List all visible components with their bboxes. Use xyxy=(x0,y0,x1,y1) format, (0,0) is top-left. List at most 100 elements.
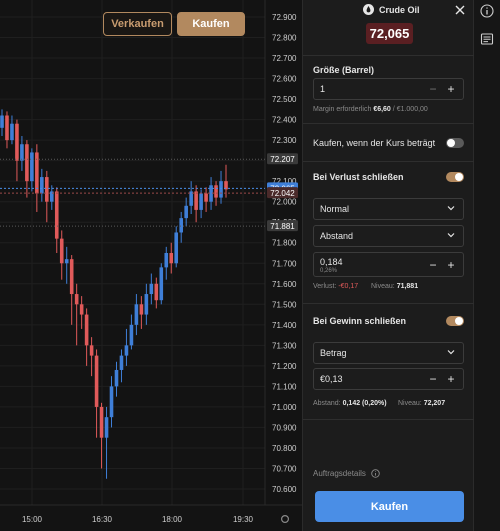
instrument-name: Crude Oil xyxy=(379,5,420,15)
size-value[interactable]: 1 xyxy=(320,84,325,94)
close-icon[interactable] xyxy=(455,5,465,15)
candle-body xyxy=(15,123,19,161)
loss-info: Verlust: -€0,17 xyxy=(313,283,359,290)
level-label-stop-loss: 71.881 xyxy=(270,222,295,231)
take-profit-section: Bei Gewinn schließen Betrag €0,13 − + Ab… xyxy=(303,304,475,420)
candle-body xyxy=(154,283,159,301)
order-details-link[interactable]: Auftragsdetails xyxy=(313,469,366,478)
candle-body xyxy=(69,259,74,295)
buy-at-price-label: Kaufen, wenn der Kurs beträgt xyxy=(313,138,436,148)
sell-button[interactable]: Verkaufen xyxy=(103,12,172,36)
tp-decrease-button[interactable]: − xyxy=(427,372,439,386)
candle-body xyxy=(114,369,119,387)
price-tick-label: 71.800 xyxy=(272,239,297,248)
candle-body xyxy=(45,177,49,202)
current-price-badge: 72,065 xyxy=(366,23,413,44)
candle-body xyxy=(164,253,169,268)
candle-body xyxy=(54,191,59,239)
candle-body xyxy=(109,386,114,418)
candle-body xyxy=(20,144,24,161)
price-tick-label: 72.900 xyxy=(272,13,297,22)
price-tick-label: 72.500 xyxy=(272,95,297,104)
margin-required: Margin erforderlich €6,60 / €1.000,00 xyxy=(313,106,428,113)
time-tick-label: 18:00 xyxy=(162,515,183,524)
stop-decrease-button[interactable]: − xyxy=(427,258,439,272)
candle-body xyxy=(144,294,149,315)
stop-distance-stepper[interactable]: 0,184 0,26% − + xyxy=(313,252,464,277)
size-decrease-button[interactable]: − xyxy=(427,82,439,96)
info-icon[interactable] xyxy=(371,469,380,478)
price-tick-label: 72.000 xyxy=(272,198,297,207)
distance-info: Abstand: 0,142 (0,20%) xyxy=(313,400,387,407)
candle-body xyxy=(79,304,84,315)
price-chart[interactable]: 72.900 72.800 72.700 72.600 72.500 72.400 72.3… xyxy=(0,0,302,531)
order-panel: Crude Oil 72,065 Größe (Barrel) 1 − + Ma… xyxy=(302,0,475,531)
news-icon[interactable] xyxy=(480,32,494,46)
time-tick-label: 15:00 xyxy=(22,515,43,524)
buy-button[interactable]: Kaufen xyxy=(177,12,245,36)
chevron-down-icon xyxy=(447,206,455,211)
info-circle-icon[interactable] xyxy=(480,4,494,18)
price-tick-label: 71.100 xyxy=(272,382,297,391)
take-profit-label: Bei Gewinn schließen xyxy=(313,316,407,326)
candle-body xyxy=(99,406,104,438)
panel-header: Crude Oil 72,065 xyxy=(303,0,475,56)
chart-settings-icon[interactable] xyxy=(281,514,290,523)
candle-body xyxy=(174,232,179,264)
buy-at-price-toggle[interactable] xyxy=(446,138,464,148)
tp-amount-stepper[interactable]: €0,13 − + xyxy=(313,368,464,390)
candle-body xyxy=(35,152,39,194)
candle-body xyxy=(59,238,64,264)
price-tick-label: 72.600 xyxy=(272,75,297,84)
stop-mode-select[interactable]: Abstand xyxy=(313,225,464,247)
stop-level-info: Niveau: 71,881 xyxy=(371,283,419,290)
stop-distance-value[interactable]: 0,184 xyxy=(320,257,343,267)
take-profit-toggle[interactable] xyxy=(446,316,464,326)
tp-increase-button[interactable]: + xyxy=(445,372,457,386)
candle-body xyxy=(194,191,198,210)
candle-body xyxy=(25,144,29,182)
candle-body xyxy=(129,324,134,346)
price-tick-label: 72.800 xyxy=(272,34,297,43)
oil-drop-icon xyxy=(363,4,374,15)
stop-increase-button[interactable]: + xyxy=(445,258,457,272)
chevron-down-icon xyxy=(447,350,455,355)
candlestick-chart[interactable]: 72.900 72.800 72.700 72.600 72.500 72.400 72.3… xyxy=(0,0,302,531)
candle-body xyxy=(219,181,223,198)
candle-body xyxy=(89,345,94,356)
candle-body xyxy=(94,355,99,407)
candle-body xyxy=(199,193,203,210)
price-tick-label: 71.700 xyxy=(272,259,297,268)
stop-percent: 0,26% xyxy=(320,268,338,274)
price-tick-label: 70.600 xyxy=(272,485,297,494)
level-label-take-profit: 72.207 xyxy=(270,155,295,164)
candle-body xyxy=(0,115,4,128)
price-tick-label: 71.000 xyxy=(272,403,297,412)
candle-body xyxy=(30,152,34,182)
candle-body xyxy=(149,283,154,295)
price-tick-label: 71.500 xyxy=(272,300,297,309)
place-order-button[interactable]: Kaufen xyxy=(315,491,464,522)
candle-body xyxy=(5,115,9,141)
candle-body xyxy=(184,205,188,219)
candle-body xyxy=(159,267,164,301)
level-label-bid: 72.042 xyxy=(270,189,295,198)
size-stepper[interactable]: 1 − + xyxy=(313,78,464,100)
price-tick-label: 71.600 xyxy=(272,280,297,289)
buy-at-price-section: Kaufen, wenn der Kurs beträgt xyxy=(303,124,475,162)
stop-type-select[interactable]: Normal xyxy=(313,198,464,220)
stop-loss-toggle[interactable] xyxy=(446,172,464,182)
stop-loss-label: Bei Verlust schließen xyxy=(313,172,404,182)
candle-body xyxy=(119,355,124,370)
candle-body xyxy=(104,417,109,438)
candle-body xyxy=(179,218,183,233)
price-tick-label: 71.200 xyxy=(272,362,297,371)
price-tick-label: 72.700 xyxy=(272,54,297,63)
tp-mode-select[interactable]: Betrag xyxy=(313,342,464,364)
candle-body xyxy=(10,123,14,141)
size-increase-button[interactable]: + xyxy=(445,82,457,96)
tp-level-info: Niveau: 72,207 xyxy=(398,400,446,407)
time-tick-label: 19:30 xyxy=(233,515,254,524)
tp-amount-value[interactable]: €0,13 xyxy=(320,374,343,384)
price-tick-label: 72.400 xyxy=(272,116,297,125)
